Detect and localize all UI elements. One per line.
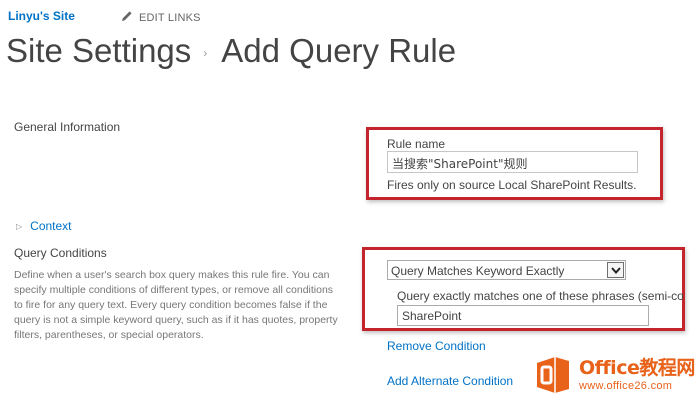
condition-type-select[interactable]: Query Matches Keyword Exactly — [387, 260, 626, 280]
general-information-heading: General Information — [14, 120, 121, 134]
rule-name-label: Rule name — [387, 137, 446, 151]
remove-condition-link[interactable]: Remove Condition — [387, 339, 486, 353]
page-title-site-settings[interactable]: Site Settings — [6, 32, 191, 70]
context-label: Context — [30, 219, 72, 233]
site-name-link[interactable]: Linyu's Site — [8, 9, 75, 23]
pencil-icon — [121, 10, 133, 25]
edit-links-button[interactable]: EDIT LINKS — [121, 10, 201, 25]
office-logo-icon — [533, 355, 573, 395]
watermark-url: www.office26.com — [579, 379, 673, 392]
chevron-down-icon[interactable] — [607, 262, 624, 278]
add-alternate-condition-link[interactable]: Add Alternate Condition — [387, 374, 513, 388]
phrases-label: Query exactly matches one of these phras… — [397, 289, 683, 303]
query-conditions-heading: Query Conditions — [14, 246, 107, 260]
fires-only-note: Fires only on source Local SharePoint Re… — [387, 178, 637, 192]
triangle-right-icon: ▷ — [16, 221, 23, 231]
page-title-add-query-rule: Add Query Rule — [221, 32, 457, 69]
condition-type-value: Query Matches Keyword Exactly — [391, 264, 565, 278]
watermark: Office教程网 www.office26.com — [533, 351, 696, 399]
watermark-brand: Office教程网 — [579, 356, 695, 379]
query-conditions-description: Define when a user's search box query ma… — [14, 269, 338, 341]
context-expander[interactable]: ▷ Context — [16, 219, 72, 233]
breadcrumb-separator: › — [203, 46, 208, 60]
edit-links-label: EDIT LINKS — [139, 11, 201, 24]
rule-name-input[interactable]: 当搜索"SharePoint"规则 — [387, 151, 638, 173]
phrases-input[interactable]: SharePoint — [397, 305, 649, 326]
page-title: Site Settings › Add Query Rule — [6, 32, 456, 70]
